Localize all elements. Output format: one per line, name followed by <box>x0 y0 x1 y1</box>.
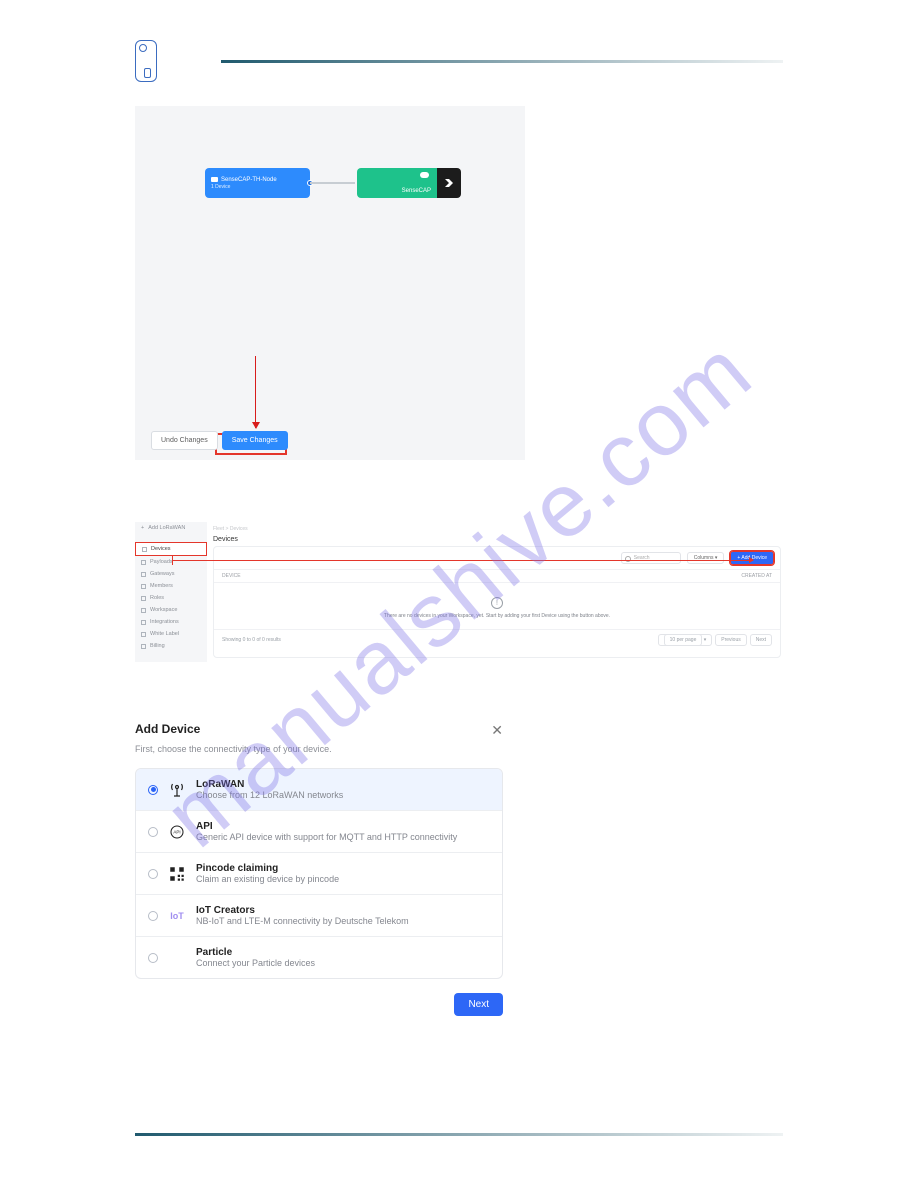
flow-node-subtitle: 1 Device <box>211 184 304 190</box>
sidebar-item-roles[interactable]: Roles <box>135 592 207 604</box>
flow-wire <box>310 182 355 184</box>
modal-subtitle: First, choose the connectivity type of y… <box>135 744 503 754</box>
next-page-button[interactable]: Next <box>750 634 772 646</box>
sidebar-item-members[interactable]: Members <box>135 580 207 592</box>
add-device-modal: Add Device ✕ First, choose the connectiv… <box>135 722 503 1016</box>
flow-node-sensecap-th[interactable]: SenseCAP-TH-Node 1 Device <box>205 168 310 198</box>
antenna-icon <box>168 781 186 799</box>
pagination: 10 per page ▾ Previous Next <box>658 634 772 646</box>
header-divider <box>221 60 783 63</box>
flow-action-bar: Undo Changes Save Changes <box>151 431 288 450</box>
radio-pincode[interactable] <box>148 869 158 879</box>
option-iot-desc: NB-IoT and LTE-M connectivity by Deutsch… <box>196 916 409 926</box>
fleet-sidebar: +Add LoRaWAN Devices Payloads Gateways M… <box>135 522 207 662</box>
results-count: Showing 0 to 0 of 0 results <box>222 637 281 643</box>
alert-icon: ! <box>491 597 503 609</box>
flow-node2-label: SenseCAP <box>402 188 431 194</box>
per-page-select[interactable]: 10 per page ▾ <box>658 634 713 646</box>
option-lorawan-title: LoRaWAN <box>196 779 343 790</box>
folder-icon <box>211 177 218 182</box>
iot-icon: IoT <box>168 907 186 925</box>
option-api-desc: Generic API device with support for MQTT… <box>196 832 457 842</box>
radio-api[interactable] <box>148 827 158 837</box>
option-particle-title: Particle <box>196 947 315 958</box>
footer-divider <box>135 1133 783 1136</box>
next-button[interactable]: Next <box>454 993 503 1016</box>
radio-particle[interactable] <box>148 953 158 963</box>
connectivity-options: LoRaWANChoose from 12 LoRaWAN networks A… <box>135 768 503 979</box>
radio-iotcreators[interactable] <box>148 911 158 921</box>
svg-text:API: API <box>173 829 180 834</box>
sidebar-item-workspace[interactable]: Workspace <box>135 604 207 616</box>
devices-empty-state: ! There are no devices in your Workspace… <box>214 583 780 629</box>
prev-page-button[interactable]: Previous <box>715 634 746 646</box>
option-iot-title: IoT Creators <box>196 905 409 916</box>
flow-node-datacake-icon <box>437 168 461 198</box>
sidebar-item-payloads[interactable]: Payloads <box>135 556 207 568</box>
option-pincode-title: Pincode claiming <box>196 863 339 874</box>
empty-message: There are no devices in your Workspace, … <box>384 613 610 619</box>
devices-card: Search Columns ▾ + Add Device DEVICE CRE… <box>213 546 781 658</box>
close-icon[interactable]: ✕ <box>491 722 503 739</box>
option-particle[interactable]: ParticleConnect your Particle devices <box>136 936 502 978</box>
api-icon: API <box>168 823 186 841</box>
option-pincode-desc: Claim an existing device by pincode <box>196 874 339 884</box>
devices-table-figure: +Add LoRaWAN Devices Payloads Gateways M… <box>135 522 783 662</box>
sidebar-item-gateways[interactable]: Gateways <box>135 568 207 580</box>
flow-node-title: SenseCAP-TH-Node <box>221 177 277 183</box>
option-particle-desc: Connect your Particle devices <box>196 958 315 968</box>
option-api-title: API <box>196 821 457 832</box>
flow-node-sensecap[interactable]: SenseCAP <box>357 168 437 198</box>
radio-lorawan[interactable] <box>148 785 158 795</box>
sidebar-add-lorawan[interactable]: +Add LoRaWAN <box>135 522 207 534</box>
annotation-arrow <box>255 356 256 428</box>
option-iotcreators[interactable]: IoT IoT CreatorsNB-IoT and LTE-M connect… <box>136 894 502 936</box>
option-lorawan-desc: Choose from 12 LoRaWAN networks <box>196 790 343 800</box>
option-lorawan[interactable]: LoRaWANChoose from 12 LoRaWAN networks <box>136 769 502 810</box>
cloud-icon <box>420 172 429 178</box>
qr-icon <box>168 865 186 883</box>
particle-icon <box>168 949 186 967</box>
sidebar-item-integrations[interactable]: Integrations <box>135 616 207 628</box>
page-header <box>135 40 783 82</box>
option-api[interactable]: API APIGeneric API device with support f… <box>136 810 502 852</box>
breadcrumb: Fleet > Devices <box>207 522 783 536</box>
annotation-arrow-devices-to-add <box>173 560 753 561</box>
option-pincode[interactable]: Pincode claimingClaim an existing device… <box>136 852 502 894</box>
columns-dropdown[interactable]: Columns ▾ <box>687 552 725 564</box>
flow-canvas-figure: SenseCAP-TH-Node 1 Device SenseCAP Undo … <box>135 106 525 460</box>
sidebar-item-devices[interactable]: Devices <box>135 542 207 556</box>
sidebar-item-billing[interactable]: Billing <box>135 640 207 652</box>
save-changes-button[interactable]: Save Changes <box>222 431 288 450</box>
manual-logo-icon <box>135 40 157 82</box>
devices-table-header: DEVICE CREATED AT <box>214 569 780 583</box>
search-input[interactable]: Search <box>621 552 681 564</box>
modal-title: Add Device <box>135 722 200 736</box>
undo-changes-button[interactable]: Undo Changes <box>151 431 218 450</box>
sidebar-item-whitelabel[interactable]: White Label <box>135 628 207 640</box>
